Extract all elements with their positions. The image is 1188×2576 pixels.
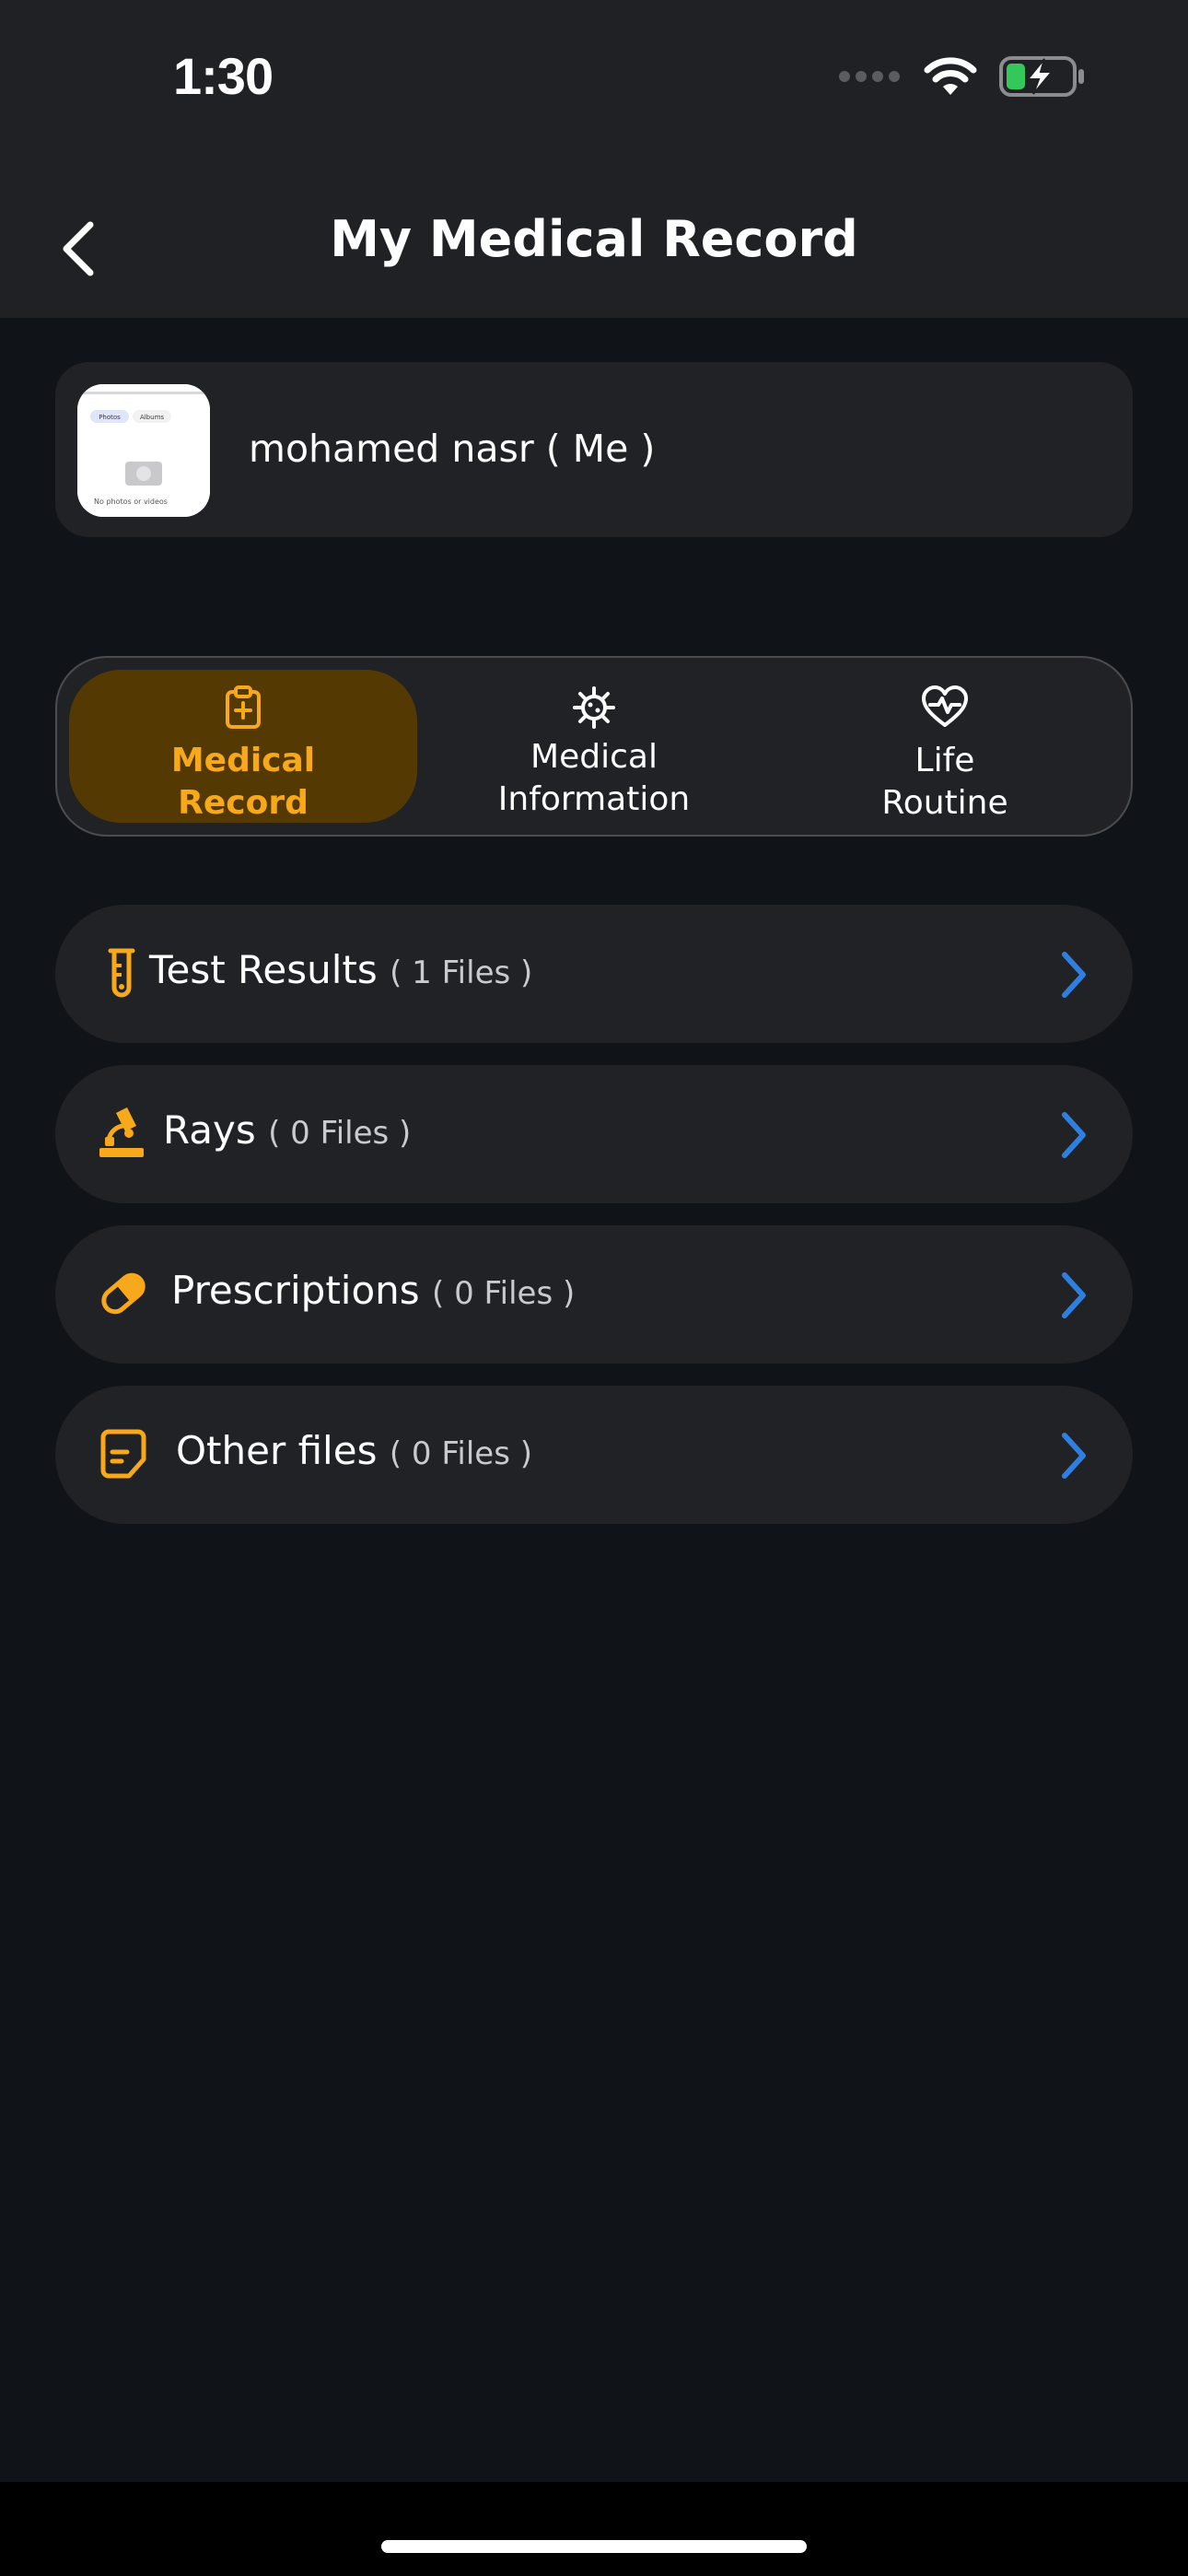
list-item-test-results[interactable]: Test Results ( 1 Files ): [55, 905, 1133, 1043]
list-item-label: Prescriptions ( 0 Files ): [171, 1268, 575, 1313]
profile-name: mohamed nasr ( Me ): [249, 427, 656, 471]
microscope-icon: [99, 1107, 144, 1157]
status-icons: [838, 55, 1087, 98]
list-item-label: Other files ( 0 Files ): [176, 1428, 532, 1473]
chevron-right-icon: [1062, 1112, 1086, 1158]
wifi-icon: [924, 57, 977, 95]
profile-card[interactable]: Photos Albums No photos or videos mohame…: [55, 362, 1133, 537]
chevron-right-icon: [1062, 1272, 1086, 1318]
item-title: Prescriptions: [171, 1268, 420, 1313]
avatar-photo-placeholder: Photos Albums No photos or videos: [77, 384, 210, 517]
record-tabs: Medical Record Medical Information Life Rou…: [55, 656, 1133, 837]
tab-life-routine[interactable]: Life Routine: [771, 670, 1119, 823]
tab-medical-record[interactable]: Medical Record: [69, 670, 417, 823]
avatar-tab-albums: Albums: [140, 414, 164, 421]
item-count: ( 0 Files ): [268, 1115, 412, 1152]
item-count: ( 0 Files ): [432, 1275, 576, 1312]
item-count: ( 0 Files ): [389, 1435, 533, 1472]
item-title: Test Results: [149, 947, 378, 992]
chevron-right-icon: [1062, 1433, 1086, 1479]
test-tube-icon: [108, 948, 135, 998]
list-item-other-files[interactable]: Other files ( 0 Files ): [55, 1386, 1133, 1524]
tab-label: Medical Record: [170, 742, 316, 822]
clipboard-plus-icon: [226, 685, 261, 729]
avatar[interactable]: Photos Albums No photos or videos: [77, 384, 210, 517]
pill-icon: [101, 1272, 146, 1315]
tab-medical-information[interactable]: Medical Information: [420, 670, 768, 823]
virus-icon: [573, 686, 615, 729]
list-item-prescriptions[interactable]: Prescriptions ( 0 Files ): [55, 1225, 1133, 1364]
item-title: Rays: [163, 1107, 256, 1153]
tab-label: Medical Information: [497, 738, 691, 818]
avatar-caption: No photos or videos: [94, 498, 168, 506]
heart-pulse-icon: [922, 685, 968, 727]
item-count: ( 1 Files ): [390, 954, 533, 991]
home-indicator-area: [0, 2482, 1188, 2576]
chevron-right-icon: [1062, 952, 1086, 998]
list-item-rays[interactable]: Rays ( 0 Files ): [55, 1065, 1133, 1203]
avatar-tab-photos: Photos: [99, 414, 121, 421]
list-item-label: Rays ( 0 Files ): [163, 1107, 411, 1153]
battery-charging-icon: [999, 56, 1084, 97]
tab-label: Life Routine: [881, 742, 1008, 822]
home-indicator[interactable]: [381, 2540, 807, 2553]
document-icon: [100, 1429, 146, 1479]
item-title: Other files: [176, 1428, 378, 1473]
list-item-label: Test Results ( 1 Files ): [149, 947, 532, 992]
cellular-signal-icon: [839, 71, 900, 82]
status-time: 1:30: [173, 47, 274, 105]
page-title: My Medical Record: [330, 210, 858, 268]
status-bar: 1:30: [0, 0, 1188, 175]
nav-bar: My Medical Record: [0, 175, 1188, 318]
